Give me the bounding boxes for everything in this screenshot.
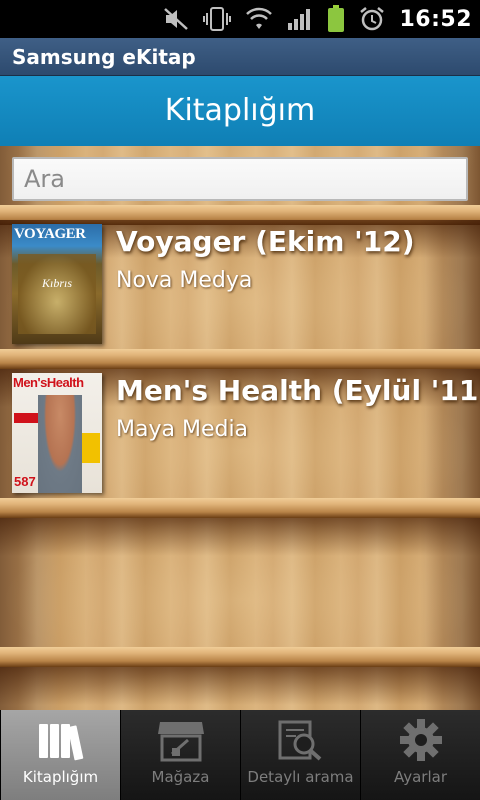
tab-label: Mağaza [151,768,210,786]
status-clock: 16:52 [399,6,472,32]
book-cover-mens-health: Men'sHealth 587 [12,373,102,493]
page-title: Kitaplığım [0,76,480,146]
vibrate-icon [203,7,232,31]
book-item[interactable]: Men'sHealth 587 Men's Health (Eylül '11)… [12,373,480,493]
signal-icon [288,9,311,30]
tab-label: Kitaplığım [22,768,99,786]
tab-label: Detaylı arama [247,768,354,786]
tab-advanced-search[interactable]: Detaylı arama [240,710,360,800]
store-icon [157,722,204,762]
alarm-icon [360,7,385,31]
tab-store[interactable]: Mağaza [120,710,240,800]
book-item[interactable]: VOYAGER Kıbrıs Voyager (Ekim '12) Nova M… [12,224,452,344]
tab-label: Ayarlar [393,768,447,786]
tab-bar: Kitaplığım Mağaza Detaylı arama Ayarlar [0,710,480,800]
shelf-row [0,518,480,667]
book-publisher: Nova Medya [116,268,253,293]
search-input[interactable]: Ara [12,157,468,201]
gear-icon [399,719,442,761]
wifi-icon [246,7,273,29]
app-title: Samsung eKitap [0,38,480,76]
battery-icon [328,5,345,32]
book-title: Men's Health (Eylül '11) [116,374,480,407]
shelf-row: Men'sHealth 587 Men's Health (Eylül '11)… [0,369,480,518]
book-publisher: Maya Media [116,417,249,442]
tab-settings[interactable]: Ayarlar [360,710,480,800]
tab-library[interactable]: Kitaplığım [0,710,120,800]
bookshelf: Ara VOYAGER Kıbrıs Voyager (Ekim '12) No… [0,146,480,710]
shelf-row: VOYAGER Kıbrıs Voyager (Ekim '12) Nova M… [0,220,480,369]
search-icon [278,720,321,761]
books-icon [38,724,83,761]
book-cover-voyager: VOYAGER Kıbrıs [12,224,102,344]
mute-icon [164,8,189,30]
shelf-row [0,667,480,710]
book-title: Voyager (Ekim '12) [116,225,415,258]
status-bar: 16:52 [0,0,480,38]
